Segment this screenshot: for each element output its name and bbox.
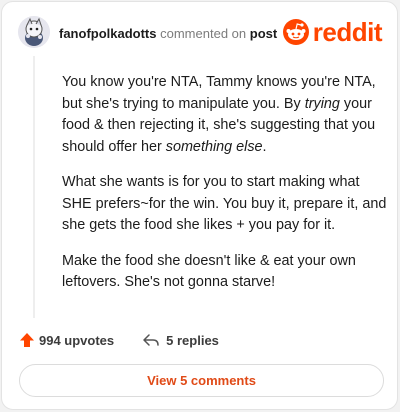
arrow-up-icon [20, 333, 34, 347]
user-avatar[interactable] [18, 16, 50, 48]
post-link[interactable]: post [250, 26, 277, 41]
replies-button[interactable]: 5 replies [142, 332, 219, 348]
reply-arrow-icon [143, 334, 159, 346]
commented-on-text: commented on [160, 26, 247, 41]
comment-paragraph-1: You know you're NTA, Tammy knows you're … [62, 74, 376, 155]
view-comments-label: View 5 comments [147, 373, 256, 388]
reddit-snoo-icon [282, 19, 309, 45]
view-comments-button[interactable]: View 5 comments [19, 364, 384, 397]
comment-header: fanofpolkadotts commented on post [59, 26, 277, 41]
comment-actions: 994 upvotes 5 replies [19, 332, 219, 348]
comment-paragraph-3: Make the food she doesn't like & eat you… [62, 252, 356, 291]
comment-body: You know you're NTA, Tammy knows you're … [62, 72, 390, 308]
thread-line[interactable] [33, 56, 35, 318]
reddit-wordmark: reddit [312, 17, 383, 47]
username-link[interactable]: fanofpolkadotts [59, 26, 157, 41]
comment-paragraph-2: What she wants is for you to start makin… [62, 174, 387, 233]
replies-count: 5 replies [166, 332, 219, 348]
reddit-logo[interactable]: reddit [282, 17, 383, 47]
upvote-button[interactable]: 994 upvotes [19, 332, 114, 348]
upvote-count: 994 upvotes [39, 332, 115, 348]
comment-card: fanofpolkadotts commented on post reddit… [1, 1, 398, 410]
